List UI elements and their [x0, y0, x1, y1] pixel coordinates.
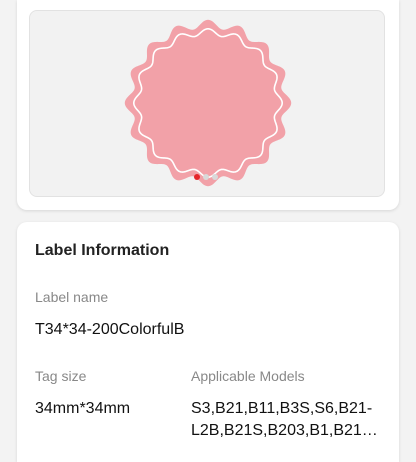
- label-name-label: Label name: [35, 289, 109, 305]
- applicable-models-label: Applicable Models: [191, 368, 305, 384]
- tag-size-label: Tag size: [35, 368, 87, 384]
- section-title: Label Information: [35, 242, 170, 259]
- carousel-indicator: [30, 174, 384, 180]
- tag-size-value: 34mm*34mm: [35, 400, 131, 417]
- carousel-dot-3[interactable]: [212, 174, 218, 180]
- label-preview-carousel[interactable]: [29, 10, 385, 197]
- carousel-dot-2[interactable]: [203, 174, 209, 180]
- label-image: [124, 19, 292, 187]
- label-name-value: T34*34-200ColorfulB: [35, 321, 185, 338]
- applicable-models-value: S3,B21,B11,B3S,S6,B21-L2B,B21S,B203,B1,B…: [191, 400, 379, 439]
- preview-card: [17, 0, 399, 210]
- label-info-card: Label Information Label name T34*34-200C…: [17, 222, 399, 462]
- carousel-dot-1[interactable]: [194, 174, 200, 180]
- label-scalloped-shape: [124, 19, 292, 187]
